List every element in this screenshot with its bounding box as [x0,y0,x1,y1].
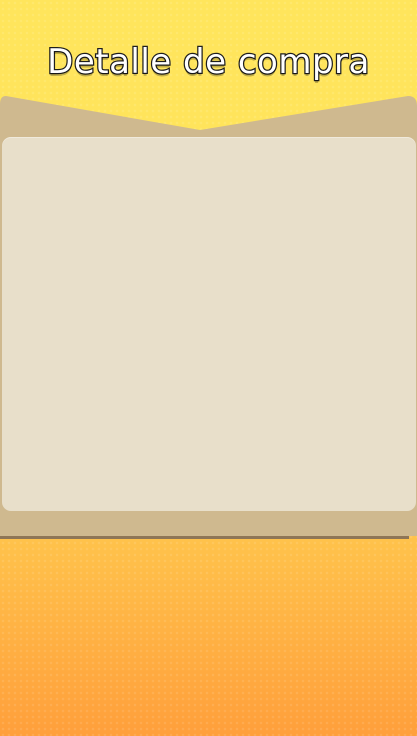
purchase-detail-content-area [2,137,416,511]
page-title: Detalle de compra [46,41,371,84]
